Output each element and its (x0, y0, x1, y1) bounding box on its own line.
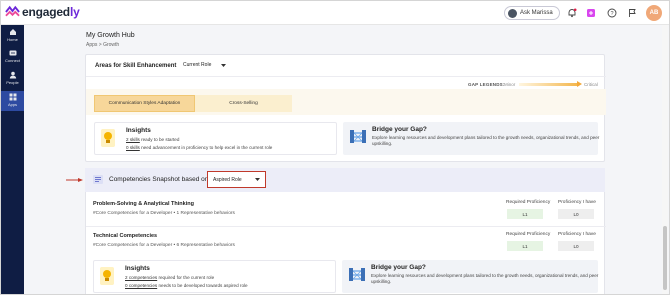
scrollbar-thumb[interactable] (663, 226, 667, 290)
my-proficiency-header: Proficiency I have (558, 200, 596, 205)
skills-advance-link[interactable]: 0 skills (126, 145, 140, 150)
competencies-list: Problem-Solving & Analytical Thinking #C… (85, 192, 606, 294)
assistant-avatar (508, 8, 517, 18)
logo[interactable]: engagedly (5, 5, 80, 19)
competencies-develop-link[interactable]: 0 competencies (125, 283, 157, 288)
svg-text:?: ? (610, 11, 613, 17)
bridge-gap-box[interactable]: Bridge your Gap? Explore learning resour… (342, 260, 598, 293)
competency-meta: #Core Competencies for a Developer • 1 R… (93, 211, 235, 216)
skill-enhancement-card: Areas for Skill Enhancement Current Role… (85, 54, 606, 162)
nav-label-people: People (6, 80, 19, 85)
user-avatar[interactable]: AB (646, 5, 662, 21)
list-icon (93, 175, 103, 184)
my-proficiency-value: L0 (558, 241, 594, 251)
insight-text: ready to be started (141, 137, 180, 142)
competencies-title: Competencies Snapshot based on (109, 176, 209, 183)
people-icon (9, 71, 16, 79)
nav-item-apps[interactable]: Apps (1, 91, 24, 111)
aspired-role-value: Aspired Role (213, 176, 242, 183)
flag-icon[interactable] (627, 8, 637, 18)
my-proficiency-value: L0 (558, 209, 594, 219)
side-nav: Home Connect People Apps (1, 25, 24, 294)
nav-item-home[interactable]: Home (1, 26, 24, 46)
app-window: engagedly Ask Marissa ? AB Home Connect … (0, 0, 670, 295)
chevron-down-icon (255, 178, 260, 181)
brand-name: engagedly (22, 5, 80, 19)
connect-icon (9, 50, 16, 56)
required-proficiency-header: Required Proficiency (506, 232, 551, 237)
annotation-arrow-icon (66, 178, 83, 182)
insight-text: need advancement in proficiency to help … (141, 145, 273, 150)
aspired-role-dropdown[interactable]: Aspired Role (207, 171, 266, 188)
insights-title: Insights (126, 127, 151, 134)
insights-title: Insights (125, 265, 150, 272)
nav-label-home: Home (7, 37, 18, 42)
current-role-dropdown[interactable]: Current Role (183, 62, 227, 68)
competency-name: Problem-Solving & Analytical Thinking (93, 201, 194, 207)
insight-text: required for the current role (158, 275, 215, 280)
divider (86, 76, 606, 77)
gap-legend-gradient (519, 83, 579, 86)
help-icon[interactable]: ? (607, 8, 617, 18)
top-bar: engagedly Ask Marissa ? AB (1, 1, 669, 25)
lightbulb-icon (101, 129, 115, 147)
gap-legend-minor: Minor (504, 82, 516, 87)
insight-line: 0 skills need advancement in proficiency… (126, 145, 272, 150)
competency-insights-box: Insights 2 competencies required for the… (93, 260, 336, 293)
chevron-down-icon (221, 63, 227, 67)
ask-marissa-button[interactable]: Ask Marissa (504, 6, 560, 20)
divider (86, 226, 606, 227)
required-proficiency-value: L1 (507, 209, 543, 219)
bridge-description: Explore learning resources and developme… (372, 135, 600, 146)
feature-icon[interactable] (586, 8, 596, 18)
competency-name: Technical Competencies (93, 233, 158, 239)
skill-insights-box: Insights 2 skills ready to be started 0 … (94, 122, 337, 155)
current-role-value: Current Role (183, 62, 212, 68)
competencies-required-link[interactable]: 2 competencies (125, 275, 157, 280)
logo-icon (5, 5, 20, 17)
home-icon (9, 29, 16, 35)
required-proficiency-header: Required Proficiency (506, 200, 551, 205)
bridge-icon (350, 130, 366, 143)
competency-row[interactable]: Technical Competencies #Core Competencie… (86, 228, 606, 258)
bridge-title: Bridge your Gap? (372, 126, 427, 133)
required-proficiency-value: L1 (507, 241, 543, 251)
competencies-header: Competencies Snapshot based on Aspired R… (85, 168, 605, 192)
bridge-icon (349, 268, 365, 281)
insight-text: needs to be developed towards aspired ro… (158, 283, 248, 288)
nav-label-connect: Connect (5, 58, 20, 63)
lightbulb-icon (100, 267, 114, 285)
bridge-description: Explore learning resources and developme… (371, 273, 599, 284)
ask-marissa-label: Ask Marissa (520, 10, 553, 16)
nav-item-people[interactable]: People (1, 69, 24, 89)
skill-enhancement-title: Areas for Skill Enhancement (95, 63, 177, 69)
nav-item-connect[interactable]: Connect (1, 47, 24, 67)
competency-row[interactable]: Problem-Solving & Analytical Thinking #C… (86, 196, 606, 226)
gap-legend-critical: Critical (584, 82, 598, 87)
bridge-title: Bridge your Gap? (371, 264, 426, 271)
breadcrumb[interactable]: Apps > Growth (86, 42, 119, 48)
skills-ready-link[interactable]: 2 skills (126, 137, 140, 142)
competency-meta: #Core Competencies for a Developer • 6 R… (93, 243, 235, 248)
insight-line: 0 competencies needs to be developed tow… (125, 283, 248, 288)
skill-tab-cross-selling[interactable]: Cross-Selling (195, 95, 292, 112)
insight-line: 2 competencies required for the current … (125, 275, 214, 280)
insight-line: 2 skills ready to be started (126, 137, 179, 142)
gap-legend-label: GAP LEGENDS: (468, 82, 505, 87)
page-title: My Growth Hub (86, 32, 135, 39)
bell-icon[interactable] (567, 8, 577, 18)
apps-icon (9, 93, 16, 101)
bridge-gap-box[interactable]: Bridge your Gap? Explore learning resour… (343, 122, 599, 155)
nav-label-apps: Apps (7, 102, 18, 107)
my-proficiency-header: Proficiency I have (558, 232, 596, 237)
skill-tab-communication[interactable]: Communication Styles Adaptation (94, 95, 195, 112)
arrow-right-icon (577, 81, 582, 87)
